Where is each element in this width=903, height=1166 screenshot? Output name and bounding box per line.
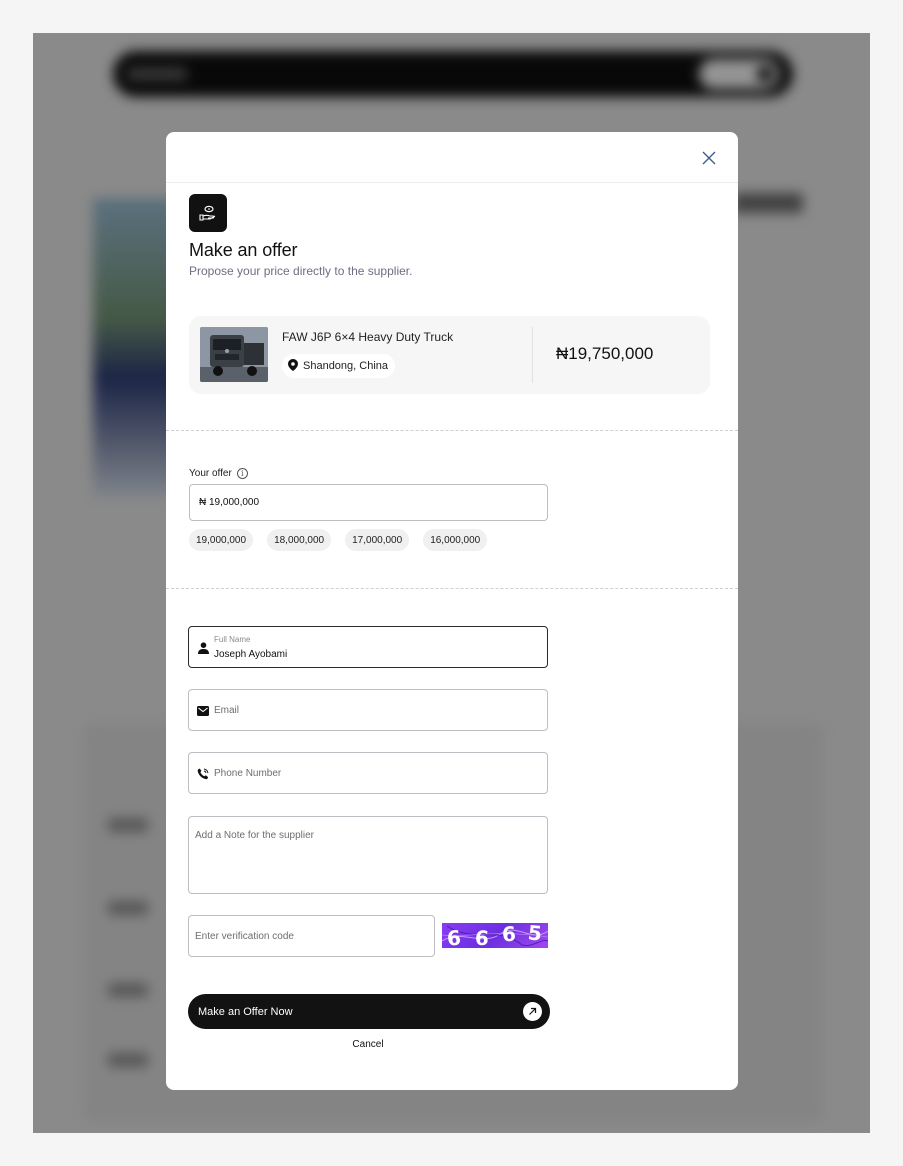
offer-suggestion-chip[interactable]: 17,000,000 [345, 529, 410, 551]
location-text: Shandong, China [303, 360, 389, 372]
offer-amount-input[interactable]: ₦ 19,000,000 [189, 484, 548, 521]
user-icon [197, 642, 209, 654]
section-divider [166, 588, 738, 589]
cancel-button[interactable]: Cancel [188, 1039, 548, 1050]
note-textarea[interactable]: Add a Note for the supplier [188, 816, 548, 894]
arrow-up-right-icon [523, 1002, 542, 1021]
email-field[interactable]: Email [188, 689, 548, 731]
full-name-field[interactable]: Full Name Joseph Ayobami [188, 626, 548, 668]
modal-subtitle: Propose your price directly to the suppl… [189, 264, 413, 278]
full-name-label: Full Name [214, 635, 251, 644]
offer-modal: Make an offer Propose your price directl… [166, 132, 738, 1090]
email-placeholder: Email [214, 705, 240, 716]
offer-suggestion-chip[interactable]: 18,000,000 [267, 529, 332, 551]
divider [532, 327, 533, 383]
verification-placeholder: Enter verification code [195, 931, 294, 942]
modal-title: Make an offer [189, 240, 298, 260]
product-name: FAW J6P 6×4 Heavy Duty Truck [282, 330, 454, 344]
modal-header [166, 132, 738, 183]
offer-suggestion-chip[interactable]: 19,000,000 [189, 529, 254, 551]
section-divider [166, 430, 738, 431]
offer-suggestion-chip[interactable]: 16,000,000 [423, 529, 488, 551]
captcha-char: 6 [501, 923, 517, 947]
info-icon[interactable]: i [236, 468, 248, 479]
phone-icon [197, 768, 209, 780]
captcha-char: 6 [445, 925, 463, 948]
captcha-image[interactable]: 6 6 6 5 [442, 923, 548, 948]
product-summary-card: FAW J6P 6×4 Heavy Duty Truck Shandong, C… [189, 316, 710, 394]
offer-label-text: Your offer [189, 468, 232, 479]
map-pin-icon [288, 358, 298, 374]
make-offer-label: Make an Offer Now [198, 1005, 293, 1018]
offer-suggestions: 19,000,000 18,000,000 17,000,000 16,000,… [189, 529, 488, 551]
location-chip: Shandong, China [282, 354, 396, 378]
verification-code-input[interactable]: Enter verification code [188, 915, 435, 957]
product-price: ₦19,750,000 [556, 344, 654, 363]
note-placeholder: Add a Note for the supplier [195, 830, 314, 841]
phone-placeholder: Phone Number [214, 768, 282, 779]
truck-image [200, 327, 268, 382]
make-offer-button[interactable]: Make an Offer Now [188, 994, 550, 1029]
close-icon[interactable] [702, 151, 718, 167]
full-name-value: Joseph Ayobami [214, 649, 288, 660]
captcha-char: 5 [526, 923, 543, 946]
captcha-char: 6 [474, 925, 490, 948]
offer-label: Your offer i [189, 468, 248, 479]
envelope-icon [197, 705, 209, 717]
phone-field[interactable]: Phone Number [188, 752, 548, 794]
offer-hand-icon [189, 194, 227, 232]
